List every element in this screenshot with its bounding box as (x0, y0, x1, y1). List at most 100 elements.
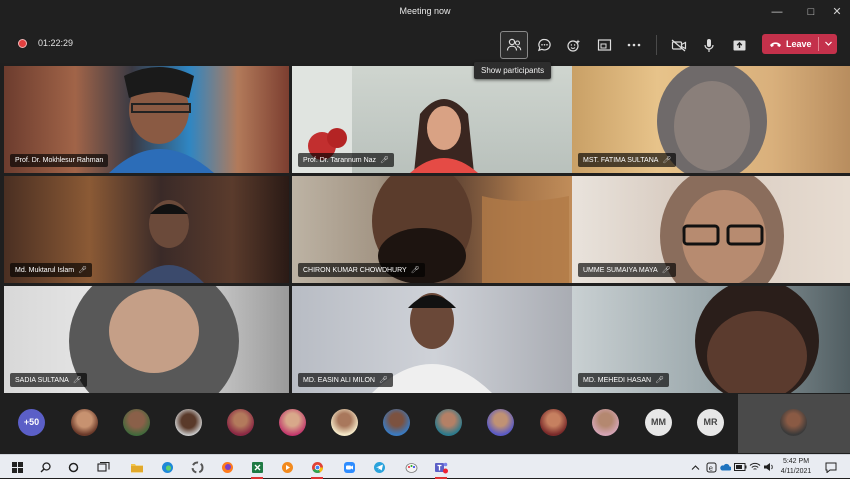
overflow-participants-bar: +50 MM MR (0, 393, 850, 454)
video-tile[interactable]: MST. FATIMA SULTANA 🎤︎ (572, 66, 850, 173)
mic-off-icon: 🎤︎ (410, 267, 420, 274)
participant-name: UMME SUMAIYA MAYA (583, 266, 658, 274)
video-tile[interactable]: MD. EASIN ALI MILON 🎤︎ (292, 286, 577, 393)
mic-off-icon: 🎤︎ (380, 157, 389, 164)
media-player-icon[interactable] (278, 458, 296, 476)
video-tile[interactable]: CHIRON KUMAR CHOWDHURY 🎤︎ (292, 176, 577, 283)
share-screen-button[interactable] (725, 31, 753, 59)
meeting-timer: 01:22:29 (38, 38, 74, 48)
chat-icon (537, 38, 551, 52)
more-actions-button[interactable] (620, 31, 648, 59)
avatar[interactable] (435, 409, 462, 436)
svg-text:e: e (708, 464, 712, 472)
participant-nametag: Prof. Dr. Mokhlesur Rahman (10, 154, 109, 167)
mic-off-icon: 🎤︎ (378, 377, 388, 384)
meeting-toolbar: 01:22:29 Leave (0, 25, 850, 63)
camera-toggle-button[interactable] (665, 31, 693, 59)
firefox-icon[interactable] (218, 458, 236, 476)
avatar[interactable] (227, 409, 254, 436)
avatar[interactable] (383, 409, 410, 436)
show-participants-tooltip: Show participants (474, 62, 552, 79)
self-avatar (780, 409, 807, 436)
reactions-button[interactable] (560, 31, 588, 59)
microphone-icon (704, 38, 714, 52)
video-grid: Prof. Dr. Mokhlesur Rahman Prof. Dr. Tar… (4, 66, 850, 393)
avatar[interactable] (487, 409, 514, 436)
more-icon (627, 43, 641, 47)
cortana-icon[interactable] (64, 458, 82, 476)
task-view-icon[interactable] (94, 458, 112, 476)
video-tile[interactable]: Prof. Dr. Tarannum Naz 🎤︎ (292, 66, 577, 173)
more-participants-avatar[interactable]: +50 (18, 409, 45, 436)
title-bar: Meeting now — □ ✕ (0, 0, 850, 25)
chat-button[interactable] (530, 31, 558, 59)
rooms-icon (597, 39, 611, 51)
file-explorer-icon[interactable] (128, 458, 146, 476)
phone-hangup-icon (770, 42, 781, 47)
avatar-initials[interactable]: MM (645, 409, 672, 436)
rooms-button[interactable] (590, 31, 618, 59)
recording-icon (18, 39, 27, 48)
avatar-initials[interactable]: MR (697, 409, 724, 436)
avatar[interactable] (592, 409, 619, 436)
teams-window: Meeting now — □ ✕ 01:22:29 Leave Show pa… (0, 0, 850, 454)
mic-off-icon: 🎤︎ (78, 267, 88, 274)
participant-nametag: SADIA SULTANA 🎤︎ (10, 373, 87, 387)
video-tile[interactable]: SADIA SULTANA 🎤︎ (4, 286, 289, 393)
avatar[interactable] (279, 409, 306, 436)
mic-off-icon: 🎤︎ (661, 267, 671, 274)
participant-nametag: UMME SUMAIYA MAYA 🎤︎ (578, 263, 676, 277)
self-video-preview[interactable] (738, 394, 850, 453)
zoom-icon[interactable] (340, 458, 358, 476)
paint-icon[interactable] (402, 458, 420, 476)
video-tile[interactable]: Md. Muktarul Islam 🎤︎ (4, 176, 289, 283)
participant-name: MD. MEHEDI HASAN (583, 376, 652, 384)
video-tile[interactable]: UMME SUMAIYA MAYA 🎤︎ (572, 176, 850, 283)
app-swirl-icon[interactable] (188, 458, 206, 476)
share-tray-icon (733, 40, 745, 50)
avatar[interactable] (71, 409, 98, 436)
clock-date: 4/11/2021 (780, 468, 812, 475)
avatar[interactable] (175, 409, 202, 436)
participant-nametag: MD. MEHEDI HASAN 🎤︎ (578, 373, 669, 387)
minimize-button[interactable]: — (766, 3, 788, 21)
avatar[interactable] (123, 409, 150, 436)
participants-icon (506, 38, 522, 51)
participant-name: MST. FATIMA SULTANA (583, 156, 659, 164)
edge-icon[interactable] (158, 458, 176, 476)
participant-nametag: Prof. Dr. Tarannum Naz 🎤︎ (298, 153, 394, 167)
chrome-icon[interactable] (308, 458, 326, 479)
chevron-down-icon[interactable] (824, 39, 833, 48)
participant-name: Md. Muktarul Islam (15, 266, 75, 274)
participant-name: Prof. Dr. Tarannum Naz (303, 156, 377, 164)
show-participants-button[interactable] (500, 31, 528, 59)
notifications-icon[interactable] (822, 458, 840, 476)
teams-icon[interactable] (432, 458, 450, 479)
mic-toggle-button[interactable] (695, 31, 723, 59)
taskbar-clock[interactable]: 5:42 PM 4/11/2021 (776, 457, 816, 477)
video-tile[interactable]: MD. MEHEDI HASAN 🎤︎ (572, 286, 850, 393)
mic-off-icon: 🎤︎ (655, 377, 664, 384)
windows-taskbar: e 5:42 PM 4/11/2021 (0, 454, 850, 479)
participant-name: MD. EASIN ALI MILON (303, 376, 375, 384)
participant-name: CHIRON KUMAR CHOWDHURY (303, 266, 407, 274)
clock-time: 5:42 PM (782, 458, 810, 465)
windows-start-icon[interactable] (8, 458, 26, 476)
close-button[interactable]: ✕ (826, 3, 848, 21)
reactions-icon (566, 39, 580, 52)
camera-off-icon (671, 39, 687, 51)
search-icon[interactable] (36, 458, 54, 476)
participant-nametag: CHIRON KUMAR CHOWDHURY 🎤︎ (298, 263, 425, 277)
video-tile[interactable]: Prof. Dr. Mokhlesur Rahman (4, 66, 289, 173)
telegram-icon[interactable] (370, 458, 388, 476)
maximize-button[interactable]: □ (800, 3, 822, 21)
participant-nametag: MD. EASIN ALI MILON 🎤︎ (298, 373, 393, 387)
leave-button[interactable]: Leave (762, 34, 837, 54)
mic-off-icon: 🎤︎ (72, 377, 82, 384)
participant-name: SADIA SULTANA (15, 376, 69, 384)
excel-icon[interactable] (248, 458, 266, 479)
mic-off-icon: 🎤︎ (662, 157, 672, 164)
avatar[interactable] (540, 409, 567, 436)
avatar[interactable] (331, 409, 358, 436)
participant-name: Prof. Dr. Mokhlesur Rahman (15, 157, 104, 164)
